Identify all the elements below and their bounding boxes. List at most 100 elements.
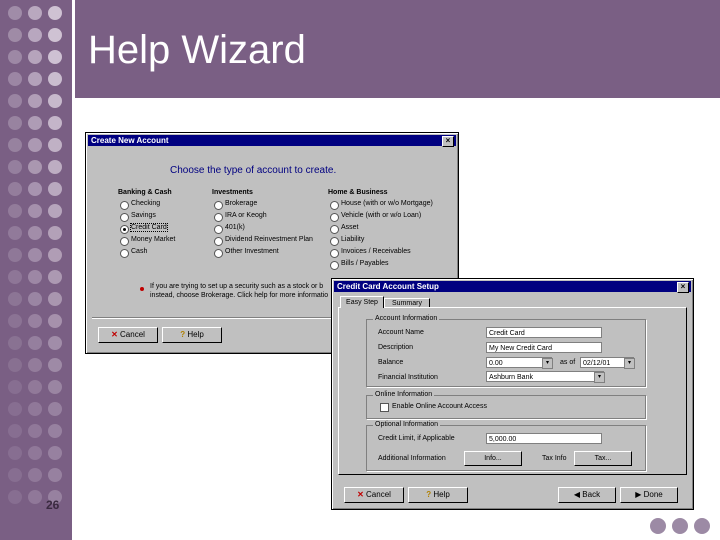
- column-header-banking: Banking & Cash: [118, 189, 172, 196]
- decorative-dot: [28, 446, 42, 460]
- decorative-dot: [8, 446, 22, 460]
- decorative-dot: [48, 380, 62, 394]
- info-button[interactable]: Info...: [464, 451, 522, 466]
- decorative-dot: [8, 248, 22, 262]
- account-type-radio[interactable]: [330, 213, 339, 222]
- institution-label: Financial Institution: [378, 374, 438, 381]
- decorative-dot: [28, 28, 42, 42]
- account-type-radio[interactable]: [120, 213, 129, 222]
- decorative-dot: [28, 292, 42, 306]
- account-name-field[interactable]: Credit Card: [486, 327, 602, 338]
- decorative-dot: [8, 490, 22, 504]
- account-type-label[interactable]: Dividend Reinvestment Plan: [225, 236, 313, 243]
- account-type-label[interactable]: Other Investment: [225, 248, 279, 255]
- account-type-radio[interactable]: [214, 237, 223, 246]
- account-type-label[interactable]: Brokerage: [225, 200, 257, 207]
- back-button-label: Back: [582, 490, 601, 499]
- account-type-radio[interactable]: [214, 213, 223, 222]
- credit-limit-field[interactable]: 5,000.00: [486, 433, 602, 444]
- decorative-dot: [48, 138, 62, 152]
- decorative-dot: [28, 6, 42, 20]
- account-type-label[interactable]: Money Market: [131, 236, 175, 243]
- description-field[interactable]: My New Credit Card: [486, 342, 602, 353]
- account-type-radio[interactable]: [120, 201, 129, 210]
- decorative-dot: [8, 116, 22, 130]
- online-access-checkbox[interactable]: [380, 403, 389, 412]
- account-type-radio[interactable]: [120, 237, 129, 246]
- account-type-radio[interactable]: [330, 249, 339, 258]
- account-type-label[interactable]: 401(k): [225, 224, 245, 231]
- cancel-button[interactable]: ✕ Cancel: [98, 327, 158, 343]
- decorative-dot: [28, 490, 42, 504]
- account-type-radio[interactable]: [214, 225, 223, 234]
- decorative-dot: [8, 28, 22, 42]
- account-type-radio[interactable]: [330, 237, 339, 246]
- decorative-dot: [28, 138, 42, 152]
- institution-select[interactable]: Ashburn Bank: [486, 371, 604, 382]
- close-icon[interactable]: ×: [677, 282, 689, 293]
- decorative-dot: [48, 160, 62, 174]
- account-type-label[interactable]: Liability: [341, 236, 364, 243]
- online-info-label: Online Information: [373, 391, 435, 398]
- account-type-label[interactable]: Vehicle (with or w/o Loan): [341, 212, 421, 219]
- account-type-label[interactable]: Checking: [131, 200, 160, 207]
- decorative-dot: [28, 226, 42, 240]
- calculator-icon[interactable]: ▾: [542, 358, 553, 369]
- help-icon: ?: [180, 330, 186, 339]
- decorative-dot: [48, 424, 62, 438]
- create-account-heading: Choose the type of account to create.: [170, 165, 337, 176]
- account-type-label[interactable]: IRA or Keogh: [225, 212, 267, 219]
- calendar-icon[interactable]: ▾: [624, 358, 635, 369]
- decorative-dot: [48, 182, 62, 196]
- account-type-radio[interactable]: [330, 201, 339, 210]
- column-header-home-business: Home & Business: [328, 189, 388, 196]
- decorative-dot: [8, 358, 22, 372]
- tax-label: Tax Info: [542, 455, 567, 462]
- setup-help-button[interactable]: ? Help: [408, 487, 468, 503]
- account-type-radio[interactable]: [120, 249, 129, 258]
- help-button[interactable]: ? Help: [162, 327, 222, 343]
- decorative-dot: [8, 468, 22, 482]
- create-account-titlebar: Create New Account ×: [88, 135, 456, 147]
- decorative-dot: [48, 72, 62, 86]
- decorative-dot: [8, 402, 22, 416]
- done-button[interactable]: ▶ Done: [620, 487, 678, 503]
- done-arrow-icon: ▶: [635, 490, 642, 499]
- decorative-dot: [28, 160, 42, 174]
- decorative-dot: [8, 314, 22, 328]
- decorative-dot: [48, 50, 62, 64]
- account-type-radio[interactable]: [214, 249, 223, 258]
- account-type-label[interactable]: Asset: [341, 224, 359, 231]
- decorative-dot: [48, 226, 62, 240]
- account-type-label[interactable]: Credit Card: [130, 223, 168, 232]
- back-button[interactable]: ◀ Back: [558, 487, 616, 503]
- chevron-down-icon[interactable]: ▾: [594, 372, 605, 383]
- decorative-dot: [8, 182, 22, 196]
- account-type-label[interactable]: House (with or w/o Mortgage): [341, 200, 433, 207]
- account-type-label[interactable]: Invoices / Receivables: [341, 248, 411, 255]
- account-type-radio[interactable]: [330, 261, 339, 270]
- account-type-label[interactable]: Bills / Payables: [341, 260, 388, 267]
- decorative-dot: [28, 468, 42, 482]
- account-type-radio[interactable]: [120, 225, 129, 234]
- decorative-dot: [48, 94, 62, 108]
- account-type-label[interactable]: Cash: [131, 248, 147, 255]
- credit-card-setup-dialog: Credit Card Account Setup × Easy Step Su…: [331, 278, 694, 510]
- online-access-label: Enable Online Account Access: [392, 403, 487, 410]
- decorative-dot: [48, 336, 62, 350]
- account-type-radio[interactable]: [214, 201, 223, 210]
- decorative-dot: [8, 424, 22, 438]
- tab-easy-step[interactable]: Easy Step: [340, 296, 384, 308]
- tab-summary-label: Summary: [392, 300, 422, 307]
- decorative-dot: [48, 204, 62, 218]
- setup-cancel-button[interactable]: ✕ Cancel: [344, 487, 404, 503]
- decorative-dot: [48, 314, 62, 328]
- slide-divider-horizontal: [72, 98, 720, 101]
- decorative-dot: [28, 314, 42, 328]
- cancel-icon: ✕: [357, 490, 364, 499]
- account-type-label[interactable]: Savings: [131, 212, 156, 219]
- decorative-dot: [8, 204, 22, 218]
- tax-button[interactable]: Tax...: [574, 451, 632, 466]
- account-type-radio[interactable]: [330, 225, 339, 234]
- close-icon[interactable]: ×: [442, 136, 454, 147]
